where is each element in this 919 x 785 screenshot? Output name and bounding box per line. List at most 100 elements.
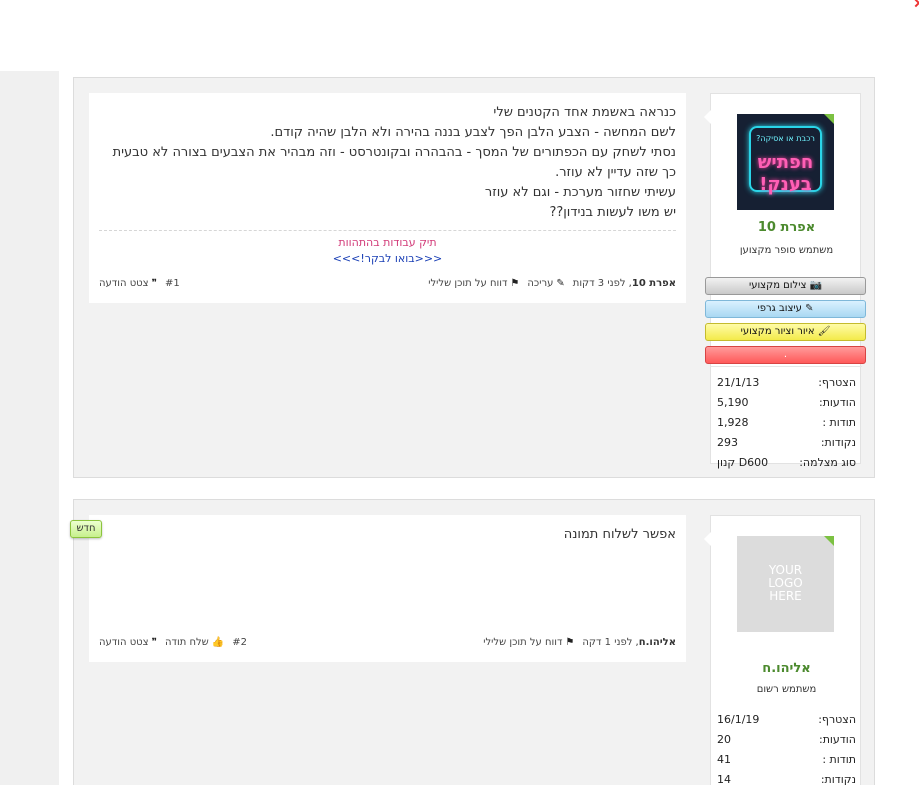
badge-label: צילום מקצועי [748, 280, 807, 291]
post-line: לשם המחשה - הצבע הלבן הפך לצבע בננה בהיר… [270, 125, 676, 140]
quote-button[interactable]: ❞ צטט הודעה [99, 278, 157, 289]
stat-posts: הודעות: 20 [711, 730, 862, 750]
report-label: דווח על תוכן שלילי [483, 637, 563, 648]
post-1: רכבת או אסיקה? חפתיש בענק! אפרת 10 משתמש… [73, 77, 875, 478]
edit-label: עריכה [527, 278, 554, 289]
stat-value: 1,928 [717, 416, 749, 429]
avatar-top-text: רכבת או אסיקה? [756, 134, 815, 143]
panel-arrow [704, 532, 711, 546]
stat-thanks: תודות : 41 [711, 750, 862, 770]
stat-points: נקודות: 293 [711, 433, 862, 453]
edit-button[interactable]: ✎ עריכה [527, 278, 564, 289]
post-meta: אפרת 10, לפני 3 דקות [573, 278, 676, 289]
username-link[interactable]: אפרת 10 [711, 220, 862, 235]
thanks-button[interactable]: 👍 שלח תודה [165, 637, 224, 648]
post-number[interactable]: #2 [232, 637, 247, 648]
avatar[interactable]: YOUR LOGO HERE [737, 536, 834, 632]
signature-portfolio-link[interactable]: תיק עבודות בהתהוות [89, 236, 686, 249]
flag-icon: ⚑ [565, 637, 575, 648]
edit-icon: ✎ [556, 278, 565, 289]
stat-label: תודות : [822, 753, 856, 766]
camera-icon: 📷 [809, 280, 823, 291]
stat-label: הודעות: [818, 396, 856, 409]
post-meta-actions: אפרת 10, לפני 3 דקות ✎ עריכה ⚑ דווח על תוכ… [428, 278, 676, 289]
stat-value: D600 קנון [717, 456, 769, 469]
stat-thanks: תודות : 1,928 [711, 413, 862, 433]
user-title: משתמש סופר מקצוען [739, 245, 834, 256]
forum-thread-page: רכבת או אסיקה? חפתיש בענק! אפרת 10 משתמש… [0, 0, 919, 785]
thanks-label: שלח תודה [164, 637, 209, 648]
stat-label: נקודות: [820, 436, 856, 449]
stat-value: 20 [717, 733, 731, 746]
brush-icon: 🖌 [817, 326, 831, 337]
avatar-main-text: חפתיש בענק! [757, 152, 814, 195]
stat-value: 16/1/19 [717, 713, 760, 726]
report-label: דווח על תוכן שלילי [428, 278, 508, 289]
badge-label: עיצוב גרפי [757, 303, 802, 314]
post-line: יש משו לעשות בנידון?? [549, 205, 676, 220]
post-meta-time: , לפני 3 דקות [572, 278, 632, 289]
stat-value: 14 [717, 773, 731, 785]
post-2: YOUR LOGO HERE אליהו.ח משתמש רשום הצטרף:… [70, 499, 875, 785]
online-status-icon [823, 114, 834, 125]
user-stats: הצטרף: 16/1/19 הודעות: 20 תודות : 41 נקו… [711, 710, 862, 785]
badge-photography: 📷 צילום מקצועי [705, 277, 866, 295]
post-content: אפשר לשלוח תמונה אליהו.ח, לפני 1 דקה ⚑ דו… [89, 515, 686, 662]
user-panel: רכבת או אסיקה? חפתיש בענק! אפרת 10 משתמש… [704, 93, 866, 469]
post-line: אפשר לשלוח תמונה [563, 527, 676, 542]
post-footer: אליהו.ח, לפני 1 דקה ⚑ דווח על תוכן שלילי … [99, 637, 676, 653]
stat-points: נקודות: 14 [711, 770, 862, 785]
post-meta-author[interactable]: אפרת 10 [632, 278, 676, 289]
stat-label: תודות : [822, 416, 856, 429]
badge-red: . [705, 346, 866, 364]
quote-icon: ❞ [151, 637, 157, 648]
report-button[interactable]: ⚑ דווח על תוכן שלילי [483, 637, 574, 648]
post-body: כנראה באשמת אחד הקטנים שלי לשם המחשה - ה… [99, 103, 676, 223]
post-line: עשיתי שחזור מערכת - וגם לא עוזר [484, 185, 676, 200]
signature-divider [99, 230, 676, 231]
post-meta-actions: אליהו.ח, לפני 1 דקה ⚑ דווח על תוכן שלילי [483, 637, 676, 648]
post-quote-area: #2 👍 שלח תודה ❞ צטט הודעה [99, 637, 247, 648]
thumbs-up-icon: 👍 [211, 637, 225, 648]
signature-visit-link[interactable]: <<<בואו לבקר!>>> [89, 252, 686, 265]
stat-value: 293 [717, 436, 738, 449]
post-body: אפשר לשלוח תמונה [99, 525, 676, 545]
username-link[interactable]: אליהו.ח [711, 661, 862, 676]
post-meta: אליהו.ח, לפני 1 דקה [582, 637, 676, 648]
post-meta-time: , לפני 1 דקה [582, 637, 639, 648]
report-button[interactable]: ⚑ דווח על תוכן שלילי [428, 278, 519, 289]
post-number[interactable]: #1 [165, 278, 180, 289]
new-post-badge: חדש [70, 520, 102, 538]
post-line: כך שזה עדיין לא עוזר. [555, 165, 676, 180]
post-content: כנראה באשמת אחד הקטנים שלי לשם המחשה - ה… [89, 93, 686, 303]
left-sidebar-strip [0, 71, 59, 785]
corner-indicator-icon [911, 0, 919, 8]
user-stats: הצטרף: 21/1/13 הודעות: 5,190 תודות : 1,9… [711, 366, 862, 473]
panel-arrow [704, 110, 711, 124]
stat-label: הצטרף: [818, 376, 856, 389]
stat-camera: סוג מצלמה: D600 קנון [711, 453, 862, 473]
stat-value: 5,190 [717, 396, 749, 409]
stat-label: סוג מצלמה: [799, 456, 856, 469]
avatar-placeholder-text: YOUR LOGO HERE [768, 563, 803, 603]
user-title: משתמש רשום [756, 684, 817, 695]
stat-value: 21/1/13 [717, 376, 760, 389]
post-line: כנראה באשמת אחד הקטנים שלי [493, 105, 676, 120]
post-meta-author[interactable]: אליהו.ח [639, 637, 676, 648]
online-status-icon [823, 536, 834, 547]
avatar[interactable]: רכבת או אסיקה? חפתיש בענק! [737, 114, 834, 210]
badge-label: איור וציור מקצועי [740, 326, 815, 337]
quote-icon: ❞ [151, 278, 157, 289]
user-panel: YOUR LOGO HERE אליהו.ח משתמש רשום הצטרף:… [704, 515, 862, 785]
stat-joined: הצטרף: 21/1/13 [711, 373, 862, 393]
stat-posts: הודעות: 5,190 [711, 393, 862, 413]
stat-value: 41 [717, 753, 731, 766]
stat-joined: הצטרף: 16/1/19 [711, 710, 862, 730]
badge-graphic-design: ✎ עיצוב גרפי [705, 300, 866, 318]
quote-label: צטט הודעה [99, 637, 149, 648]
quote-button[interactable]: ❞ צטט הודעה [99, 637, 157, 648]
badge-label: . [783, 349, 788, 360]
pencil-icon: ✎ [805, 303, 814, 314]
stat-label: נקודות: [820, 773, 856, 785]
post-quote-area: #1 ❞ צטט הודעה [99, 278, 180, 289]
